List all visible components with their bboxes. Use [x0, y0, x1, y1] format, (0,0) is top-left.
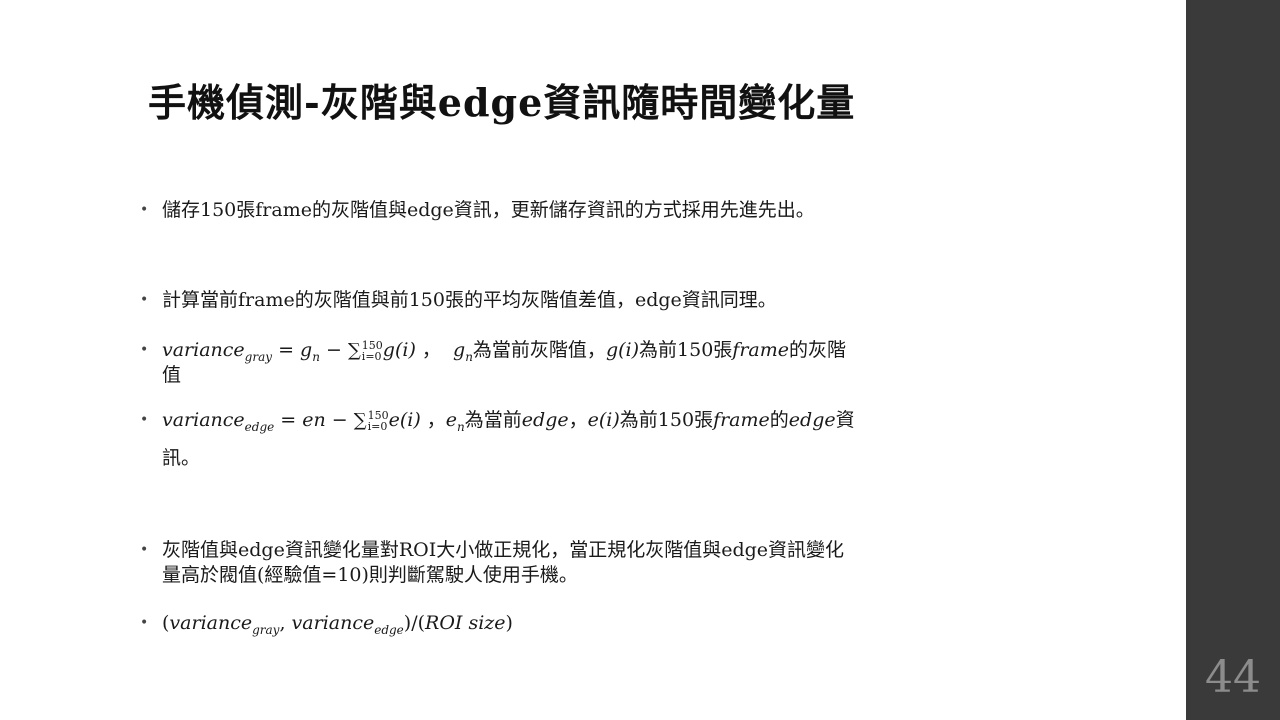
- formula-g: g: [300, 339, 313, 361]
- sum-lower: i=0: [361, 350, 382, 363]
- bullet-text: 計算當前frame的灰階值與前150張的平均灰階值差值，edge資訊同理。: [162, 289, 777, 311]
- summation-symbol: ∑: [353, 410, 367, 431]
- bullet-dot: •: [140, 412, 149, 428]
- formula-eq: =: [272, 339, 301, 361]
- summation-symbol: ∑: [347, 340, 361, 361]
- formula-var: variance: [162, 339, 245, 361]
- formula-comma: ,: [279, 612, 292, 634]
- formula-frame: frame: [732, 339, 789, 361]
- formula-gi: g(i): [382, 339, 416, 361]
- formula-text: 的灰階: [788, 339, 846, 361]
- formula-text: 為當前: [464, 409, 522, 431]
- formula-roi: ROI size: [425, 612, 506, 634]
- formula-sub: gray: [252, 622, 280, 637]
- sum-lower: i=0: [367, 420, 388, 433]
- formula-sub: edge: [374, 622, 404, 637]
- formula-minus: −: [325, 409, 354, 431]
- bullet-text-line2: 量高於閥值(經驗值=10)則判斷駕駛人使用手機。: [162, 564, 578, 586]
- slide-title: 手機偵測-灰階與edge資訊隨時間變化量: [148, 80, 856, 125]
- bullet-dot: •: [140, 342, 149, 358]
- formula-gray-line2: 值: [162, 364, 182, 386]
- right-sidebar: [1186, 0, 1280, 720]
- summation-limits: 150 i=0: [362, 340, 383, 362]
- formula-minus: −: [319, 339, 348, 361]
- formula-edge-word: edge: [788, 409, 836, 431]
- formula-g2: g: [453, 339, 466, 361]
- formula-gi2: g(i): [605, 339, 640, 361]
- summation-limits: 150 i=0: [368, 410, 389, 432]
- formula-text: 為前150張: [639, 339, 733, 361]
- bullet-text-line1: 灰階值與edge資訊變化量對ROI大小做正規化，當正規化灰階值與edge資訊變化: [162, 539, 845, 561]
- formula-var: variance: [162, 409, 245, 431]
- formula-g2-sub: n: [465, 349, 473, 364]
- formula-e: e: [445, 409, 458, 431]
- formula-text: 為當前灰階值，: [472, 339, 606, 361]
- formula-divide: )/(: [403, 612, 426, 634]
- paren-close: ): [505, 612, 513, 634]
- formula-ei: e(i): [388, 409, 421, 431]
- formula-g-sub: n: [312, 349, 320, 364]
- formula-edge-word: edge: [521, 409, 569, 431]
- formula-comma: ，: [568, 409, 588, 431]
- bullet-dot: •: [140, 202, 149, 218]
- formula-edge-line2: 訊。: [162, 447, 201, 469]
- formula-sub: edge: [244, 419, 275, 434]
- formula-text: 的: [769, 409, 789, 431]
- formula-text: 資: [835, 409, 855, 431]
- formula-text: 為前150張: [619, 409, 714, 431]
- formula-comma: ，: [415, 339, 441, 361]
- formula-var: variance: [291, 612, 375, 634]
- formula-frame: frame: [713, 409, 770, 431]
- formula-e-sub: n: [457, 419, 465, 434]
- formula-normalized: (variancegray, varianceedge)/(ROI size): [162, 611, 513, 643]
- formula-edge: varianceedge = en − ∑ 150 i=0 e(i) ，en為當前ed…: [162, 408, 855, 440]
- formula-comma: ，: [420, 409, 446, 431]
- page-number: 44: [1205, 652, 1261, 703]
- formula-eq: =: [274, 409, 303, 431]
- formula-sub: gray: [244, 349, 273, 364]
- bullet-dot: •: [140, 542, 149, 558]
- formula-var: variance: [169, 612, 253, 634]
- bullet-dot: •: [140, 292, 149, 308]
- formula-en: en: [302, 409, 326, 431]
- bullet-dot: •: [140, 615, 149, 631]
- formula-ei2: e(i): [587, 409, 620, 431]
- formula-gray: variancegray = gn − ∑ 150 i=0 g(i) ， gn為當前灰…: [162, 338, 846, 370]
- bullet-text: 儲存150張frame的灰階值與edge資訊，更新儲存資訊的方式採用先進先出。: [162, 199, 815, 221]
